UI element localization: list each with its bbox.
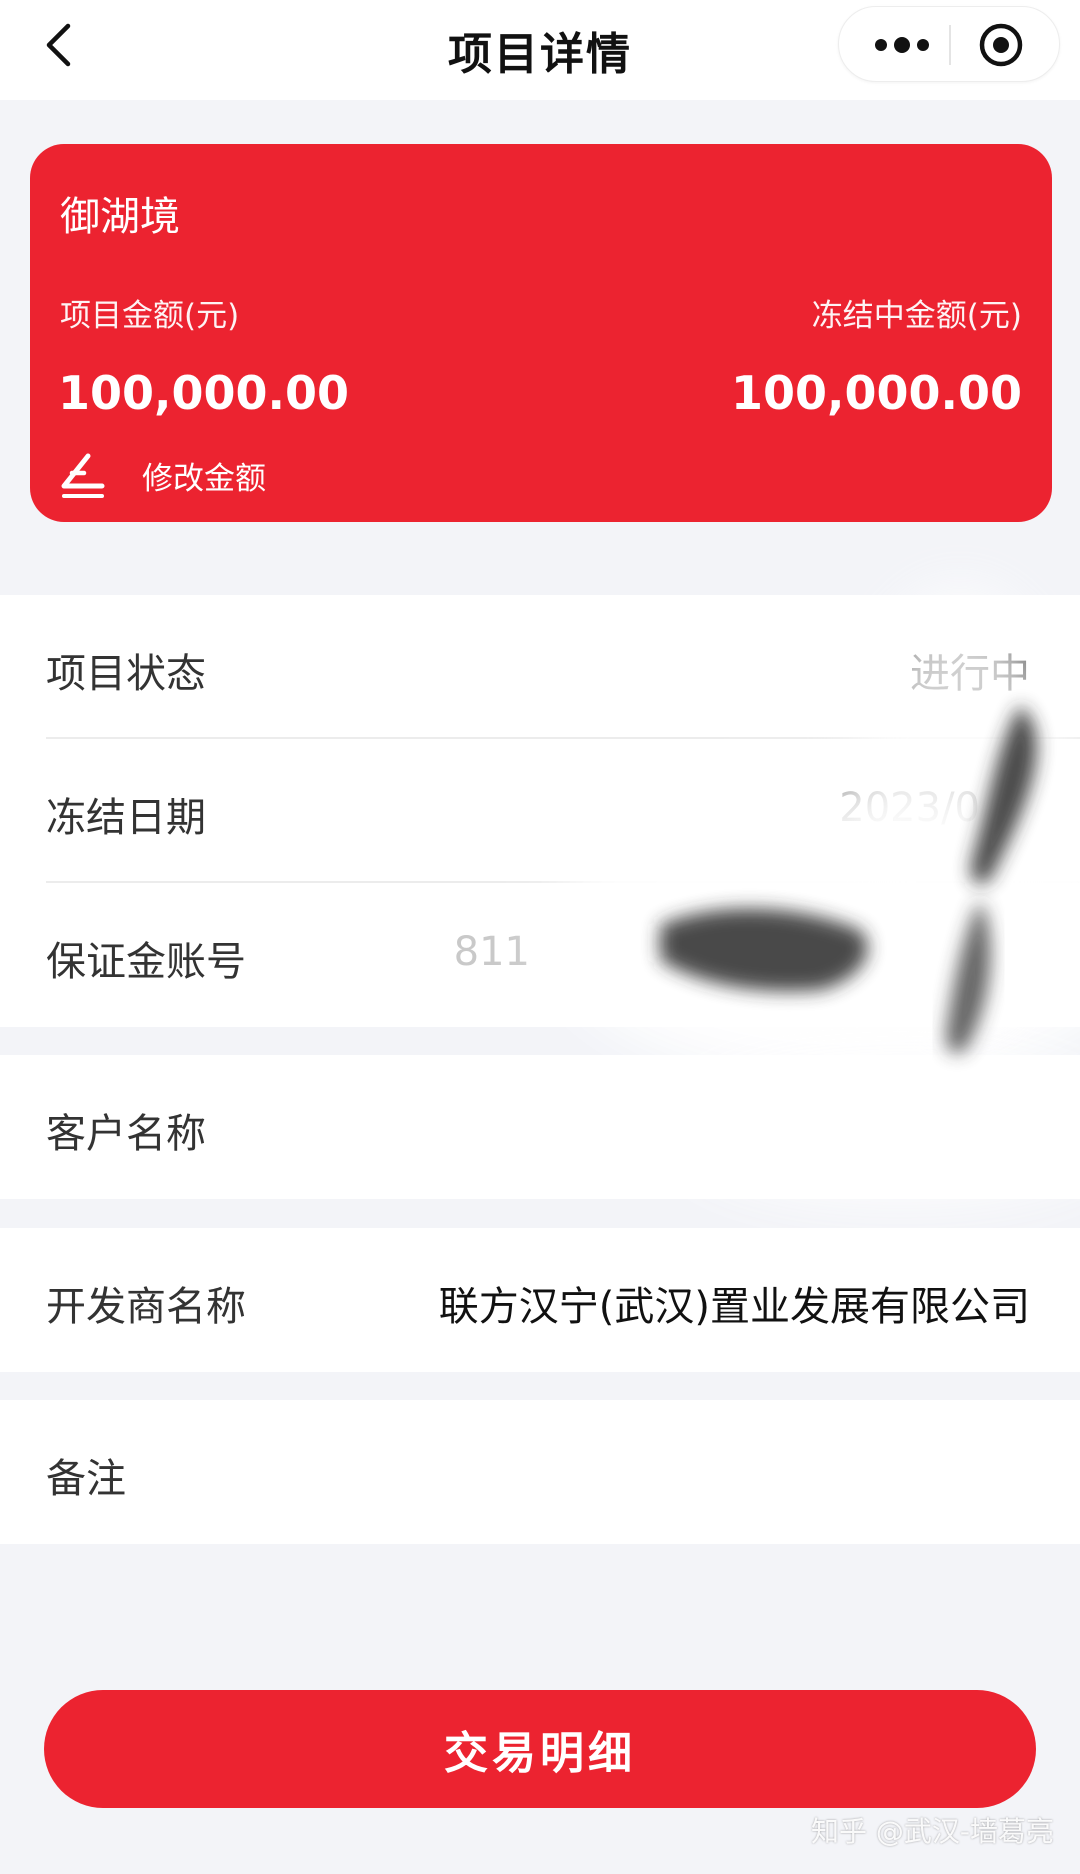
status-value: 进行中 bbox=[910, 651, 1030, 697]
detail-row-remark: 备注 bbox=[0, 1400, 1080, 1544]
record-circle-icon[interactable] bbox=[977, 21, 1025, 69]
edit-amount-button[interactable]: 修改金额 bbox=[58, 448, 266, 502]
remark-label: 备注 bbox=[46, 1456, 126, 1502]
detail-row-freeze-date: 冻结日期 2023/0 bbox=[0, 739, 1080, 883]
detail-row-customer: 客户名称 bbox=[0, 1055, 1080, 1199]
developer-name-label: 开发商名称 bbox=[46, 1284, 246, 1330]
frozen-amount-label: 冻结中金额(元) bbox=[811, 298, 1022, 334]
detail-row-status: 项目状态 进行中 bbox=[0, 595, 1080, 739]
mini-program-capsule bbox=[838, 6, 1060, 82]
status-label: 项目状态 bbox=[46, 651, 206, 697]
customer-name-label: 客户名称 bbox=[46, 1111, 206, 1157]
project-name: 御湖境 bbox=[60, 194, 180, 240]
freeze-date-value: 2023/0 bbox=[839, 785, 980, 831]
project-amount-card: 御湖境 项目金额(元) 冻结中金额(元) 100,000.00 100,000.… bbox=[30, 144, 1052, 522]
project-info-section: 项目状态 进行中 冻结日期 2023/0 保证金账号 811 bbox=[0, 595, 1080, 1027]
more-dots-icon[interactable] bbox=[867, 25, 937, 65]
top-nav-bar: 项目详情 bbox=[0, 0, 1080, 100]
deposit-account-label: 保证金账号 bbox=[46, 939, 246, 985]
project-amount-value: 100,000.00 bbox=[58, 366, 350, 420]
detail-row-deposit-account: 保证金账号 811 bbox=[0, 883, 1080, 1027]
customer-section: 客户名称 bbox=[0, 1055, 1080, 1199]
edit-amount-label: 修改金额 bbox=[142, 460, 266, 497]
project-detail-page: 项目详情 御湖境 项目金额(元) 冻结中金额(元) 100,000.00 100… bbox=[0, 0, 1080, 1874]
capsule-divider bbox=[949, 25, 951, 65]
project-amount-label: 项目金额(元) bbox=[60, 298, 240, 334]
detail-row-developer: 开发商名称 联方汉宁(武汉)置业发展有限公司 bbox=[0, 1228, 1080, 1372]
deposit-account-value: 811 bbox=[453, 929, 530, 975]
watermark-text: 知乎 @武汉-墙葛亮 bbox=[810, 1815, 1054, 1848]
remark-section: 备注 bbox=[0, 1400, 1080, 1544]
freeze-date-label: 冻结日期 bbox=[46, 795, 206, 841]
developer-section: 开发商名称 联方汉宁(武汉)置业发展有限公司 bbox=[0, 1228, 1080, 1372]
edit-pen-icon bbox=[61, 453, 105, 498]
frozen-amount-value: 100,000.00 bbox=[730, 366, 1022, 420]
transaction-detail-button[interactable]: 交易明细 bbox=[44, 1690, 1036, 1808]
developer-name-value: 联方汉宁(武汉)置业发展有限公司 bbox=[438, 1284, 1030, 1330]
